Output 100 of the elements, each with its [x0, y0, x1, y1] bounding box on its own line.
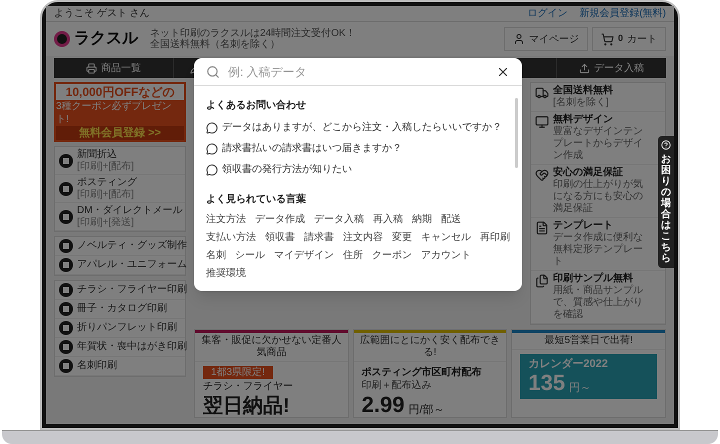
product-card[interactable]: 集客・販促に欠かせない定番人気商品 1都3県限定! チラシ・フライヤー 翌日納品! — [194, 329, 349, 418]
help-icon — [661, 140, 671, 150]
scrollbar[interactable] — [515, 98, 518, 168]
mypage-button[interactable]: マイページ — [504, 27, 588, 51]
speech-bubble-icon — [206, 142, 218, 154]
keyword-link[interactable]: 配送 — [441, 211, 461, 229]
keyword-link[interactable]: 再印刷 — [480, 229, 510, 247]
keyword-link[interactable]: データ入稿 — [314, 211, 364, 229]
upload-icon — [579, 62, 590, 74]
category-sub: [印刷]+[配布] — [77, 188, 135, 200]
user-icon — [512, 33, 525, 45]
feature-title: 印刷サンプル無料 — [553, 273, 634, 284]
feature-desc: [名刺を除く] — [553, 97, 610, 109]
logo-mark-icon — [54, 31, 70, 47]
category-icon — [59, 210, 73, 224]
category-item[interactable]: ノベルティ・グッズ制作 — [55, 237, 185, 256]
faq-link[interactable]: 請求書払いの請求書はいつ届きますか？ — [206, 138, 510, 159]
feature-item[interactable]: 印刷サンプル無料 用紙・商品サンプルで、質感や仕上がりを確認 — [531, 271, 665, 324]
help-tab[interactable]: お困りの場合はこちら — [658, 136, 674, 268]
faq-link[interactable]: データはありますが、どこから注文・入稿したらいいですか？ — [206, 117, 510, 138]
keyword-link[interactable]: シール — [235, 247, 265, 265]
category-icon — [59, 239, 73, 253]
category-label: DM・ダイレクトメール — [77, 204, 183, 216]
category-icon — [59, 321, 73, 335]
promo-banner[interactable]: 10,000円OFFなどの 3種クーポン必ずプレゼント! 無料会員登録 >> — [54, 82, 186, 142]
monitor-icon — [535, 115, 549, 129]
category-label: アパレル・ユニフォーム — [77, 259, 187, 271]
search-icon — [206, 64, 220, 78]
logo[interactable]: ラクスル — [54, 27, 138, 51]
category-item[interactable]: 名刺印刷 — [55, 357, 185, 376]
nav-tab[interactable]: データ入稿 — [556, 58, 666, 78]
feature-title: 全国送料無料 — [553, 85, 613, 96]
feature-item[interactable]: 全国送料無料 [名刺を除く] — [531, 83, 665, 112]
category-item[interactable]: 年賀状・喪中はがき印刷 — [55, 338, 185, 357]
nav-tab[interactable]: 商品一覧 — [54, 58, 174, 78]
keyword-link[interactable]: クーポン — [372, 247, 412, 265]
keyword-link[interactable]: 注文方法 — [206, 211, 246, 229]
feature-title: 無料デザイン — [553, 114, 614, 126]
product-card[interactable]: 広範囲にとにかく安く配布できる! ポスティング市区町村配布 印刷＋配布込み 2.99 円/部～ — [352, 329, 508, 418]
truck-icon — [535, 86, 549, 100]
category-icon — [59, 340, 73, 354]
speech-bubble-icon — [206, 164, 218, 176]
card-note: 印刷＋配布込み — [362, 380, 432, 392]
cart-icon — [600, 32, 614, 46]
category-icon — [59, 258, 73, 272]
category-item[interactable]: チラシ・フライヤー印刷 — [55, 281, 185, 300]
category-item[interactable]: 新聞折込 [印刷]+[配布] — [55, 147, 185, 175]
category-icon — [59, 182, 73, 196]
card-headline: 翌日納品! — [203, 395, 290, 417]
keyword-link[interactable]: キャンセル — [421, 229, 471, 247]
category-label: 年賀状・喪中はがき印刷 — [77, 341, 187, 353]
heart-hands-icon — [535, 168, 549, 182]
price: 135 — [528, 371, 566, 395]
keyword-link[interactable]: 再入稿 — [373, 211, 403, 229]
header-link[interactable]: 新規会員登録(無料) — [579, 6, 666, 21]
card-caption: 広範囲にとにかく安く配布できる! — [354, 333, 506, 362]
document-icon — [535, 221, 549, 235]
category-label: ノベルティ・グッズ制作 — [77, 240, 187, 252]
feature-desc: 用紙・商品サンプルで、質感や仕上がりを確認 — [553, 285, 644, 321]
category-item[interactable]: 冊子・カタログ印刷 — [55, 300, 185, 319]
category-item[interactable]: アパレル・ユニフォーム — [55, 256, 185, 275]
price-unit: 円/部～ — [408, 403, 445, 417]
card-title: ポスティング市区町村配布 — [362, 366, 482, 379]
cart-count: 0 — [618, 32, 623, 46]
keyword-link[interactable]: データ作成 — [255, 211, 305, 229]
documents-icon — [535, 274, 549, 288]
header-link[interactable]: ログイン — [527, 6, 568, 21]
section-title: よく見られている言葉 — [206, 192, 307, 207]
promo-cta: 無料会員登録 >> — [56, 126, 184, 140]
keyword-link[interactable]: 注文内容 — [343, 229, 383, 247]
feature-desc: 豊富なデザインテンプレートからデザイン作成 — [553, 126, 644, 162]
category-item[interactable]: ポスティング [印刷]+[配布] — [55, 175, 185, 203]
feature-title: 安心の満足保証 — [553, 167, 624, 178]
tagline: ネット印刷のラクスルは24時間注文受付OK！ — [150, 28, 356, 39]
greeting: ようこそ ゲスト さん — [54, 7, 150, 21]
feature-desc: データ作成に便利な無料定形テンプレート — [553, 232, 644, 268]
category-item[interactable]: DM・ダイレクトメール [印刷]+[発送] — [55, 203, 185, 231]
card-caption: 最短5営業日で出荷! — [512, 333, 666, 350]
keyword-link[interactable]: 領収書 — [265, 229, 295, 247]
keyword-link[interactable]: 住所 — [343, 247, 363, 265]
category-item[interactable]: 折りパンフレット印刷 — [55, 319, 185, 338]
keyword-link[interactable]: マイデザイン — [274, 247, 334, 265]
keyword-link[interactable]: 支払い方法 — [206, 229, 256, 247]
keyword-link[interactable]: 名刺 — [206, 247, 226, 265]
category-icon — [59, 359, 73, 373]
keyword-link[interactable]: 納期 — [412, 211, 432, 229]
card-caption: 集客・販促に欠かせない定番人気商品 — [195, 333, 348, 362]
keyword-link[interactable]: 請求書 — [304, 229, 334, 247]
faq-link[interactable]: 領収書の発行方法が知りたい — [206, 159, 510, 180]
keyword-link[interactable]: 推奨環境 — [206, 265, 246, 283]
product-card[interactable]: 最短5営業日で出荷! カレンダー2022 135 円～ — [511, 329, 666, 418]
card-title: カレンダー2022 — [528, 358, 608, 371]
price-unit: 円～ — [569, 381, 592, 395]
search-field[interactable]: 例: 入稿データ — [194, 58, 522, 86]
search-input[interactable]: 例: 入稿データ — [228, 62, 488, 80]
keyword-link[interactable]: アカウント — [421, 247, 471, 265]
category-label: 冊子・カタログ印刷 — [77, 303, 167, 315]
keyword-link[interactable]: 変更 — [392, 229, 412, 247]
cart-button[interactable]: 0 カート — [592, 27, 666, 51]
product-name: チラシ・フライヤー — [203, 381, 293, 393]
